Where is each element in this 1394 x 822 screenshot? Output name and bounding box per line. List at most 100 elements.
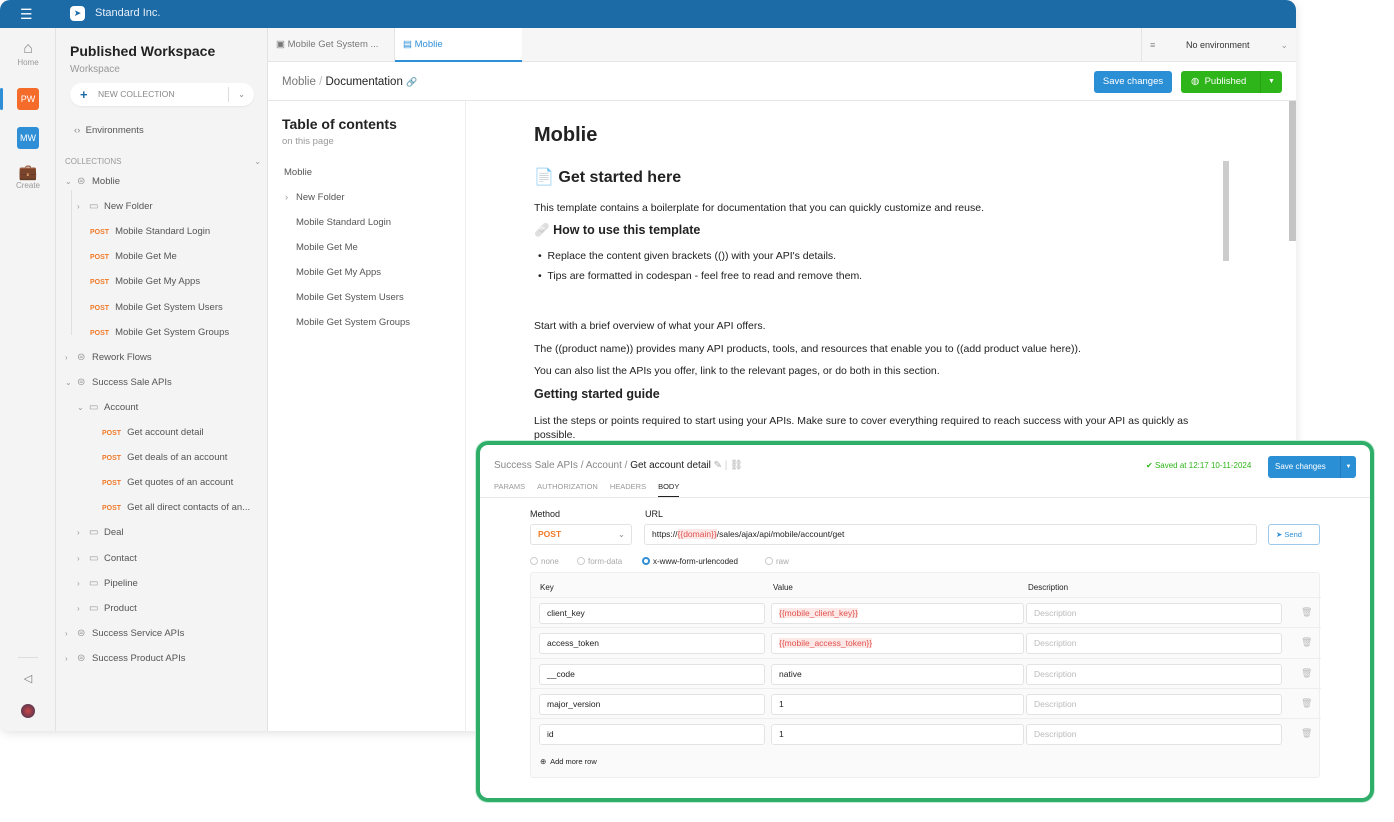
- key-input[interactable]: client_key: [539, 603, 765, 624]
- chevron-right-icon[interactable]: ›: [65, 351, 77, 365]
- chevron-down-icon[interactable]: ⌄: [228, 87, 254, 102]
- tree-item-collection[interactable]: › ⊜ Rework Flows: [65, 351, 152, 365]
- environment-select[interactable]: ≡ No environment ⌄: [1141, 28, 1296, 62]
- tab-moblie[interactable]: ▤ Moblie: [395, 28, 522, 62]
- toc-item[interactable]: Mobile Standard Login: [296, 217, 391, 228]
- tree-item-collection[interactable]: › ⊜ Success Service APIs: [65, 627, 184, 641]
- method-value: POST: [538, 529, 562, 539]
- tab-headers[interactable]: HEADERS: [610, 482, 646, 491]
- tree-item-collection[interactable]: ⌄ ⊜ Success Sale APIs: [65, 376, 172, 390]
- description-input[interactable]: Description: [1026, 633, 1282, 655]
- radio-urlencoded[interactable]: x-www-form-urlencoded: [642, 557, 738, 566]
- value-input[interactable]: 1: [771, 693, 1024, 715]
- tree-item-folder[interactable]: › ▭ New Folder: [77, 200, 153, 214]
- tree-item-folder[interactable]: › ▭ Product: [77, 602, 137, 616]
- url-input[interactable]: https://{{domain}}/sales/ajax/api/mobile…: [644, 524, 1257, 545]
- description-input[interactable]: Description: [1026, 724, 1282, 746]
- chevron-right-icon[interactable]: ›: [77, 602, 89, 616]
- tree-item-request[interactable]: POST Get quotes of an account: [102, 476, 233, 490]
- tree-item-request[interactable]: POST Get deals of an account: [102, 451, 227, 465]
- value-input[interactable]: {{mobile_client_key}}: [771, 603, 1024, 624]
- trash-icon[interactable]: 🗑: [1301, 728, 1312, 739]
- hamburger-icon[interactable]: ☰: [20, 6, 33, 23]
- tab-mobile-get-system[interactable]: ▣ Mobile Get System ...: [268, 28, 395, 62]
- crumb[interactable]: Success Sale APIs: [494, 460, 578, 471]
- radio-raw[interactable]: raw: [765, 557, 789, 566]
- save-changes-button[interactable]: Save changes: [1094, 71, 1172, 93]
- doc-heading: Getting started guide: [534, 387, 660, 401]
- crumb[interactable]: Account: [586, 460, 622, 471]
- description-input[interactable]: Description: [1026, 603, 1282, 624]
- tab-body[interactable]: BODY: [658, 482, 680, 498]
- trash-icon[interactable]: 🗑: [1301, 668, 1312, 679]
- value-input[interactable]: {{mobile_access_token}}: [771, 633, 1024, 655]
- tree-item-request[interactable]: POST Mobile Get System Groups: [90, 326, 229, 340]
- published-button[interactable]: ◍ Published ▼: [1181, 71, 1282, 93]
- chevron-down-icon[interactable]: ⌄: [65, 376, 77, 390]
- description-input[interactable]: Description: [1026, 693, 1282, 715]
- rail-home[interactable]: ⌂ Home: [0, 40, 56, 67]
- key-value: __code: [547, 668, 575, 679]
- trash-icon[interactable]: 🗑: [1301, 698, 1312, 709]
- chevron-right-icon[interactable]: ›: [77, 577, 89, 591]
- toc-item[interactable]: Mobile Get System Groups: [296, 317, 410, 328]
- method-select[interactable]: POST ⌄: [530, 524, 632, 545]
- chevron-down-icon[interactable]: ⌄: [65, 175, 77, 189]
- tab-params[interactable]: PARAMS: [494, 482, 525, 491]
- pencil-icon[interactable]: ✎: [714, 460, 722, 471]
- toc-item[interactable]: Moblie: [284, 167, 312, 178]
- workspace-mw[interactable]: MW: [17, 127, 39, 149]
- link-icon[interactable]: 🔗: [406, 77, 417, 87]
- collapse-icon[interactable]: ◁: [0, 672, 56, 685]
- chevron-down-icon[interactable]: ⌄: [77, 401, 89, 415]
- environments-link[interactable]: ‹› Environments: [74, 125, 144, 136]
- toc-item[interactable]: Mobile Get Me: [296, 242, 358, 253]
- request-save-button[interactable]: Save changes ▼: [1268, 456, 1356, 478]
- chevron-right-icon[interactable]: ›: [77, 526, 89, 540]
- toc-item[interactable]: Mobile Get My Apps: [296, 267, 381, 278]
- chevron-right-icon[interactable]: ›: [65, 652, 77, 666]
- trash-icon[interactable]: 🗑: [1301, 637, 1312, 648]
- tree-item-folder[interactable]: ⌄ ▭ Account: [77, 401, 138, 415]
- caret-down-icon[interactable]: ▼: [1340, 456, 1356, 478]
- tree-item-folder[interactable]: › ▭ Deal: [77, 526, 124, 540]
- radio-none[interactable]: none: [530, 557, 559, 566]
- key-input[interactable]: __code: [539, 663, 765, 685]
- value-input[interactable]: 1: [771, 724, 1024, 746]
- breadcrumb-parent[interactable]: Moblie: [282, 76, 316, 88]
- trash-icon[interactable]: 🗑: [1301, 607, 1312, 618]
- tree-item-request[interactable]: POST Get all direct contacts of an...: [102, 501, 250, 515]
- caret-down-icon[interactable]: ▼: [1260, 71, 1282, 93]
- rail-create[interactable]: 💼 Create: [0, 163, 56, 190]
- radio-form-data[interactable]: form-data: [577, 557, 622, 566]
- collections-header[interactable]: COLLECTIONS ⌄: [65, 157, 261, 166]
- tree-item-request[interactable]: POST Get account detail: [102, 426, 204, 440]
- key-input[interactable]: access_token: [539, 633, 765, 655]
- chevron-right-icon[interactable]: ›: [77, 552, 89, 566]
- link-icon[interactable]: ⛓: [730, 460, 743, 471]
- tree-item-collection[interactable]: ⌄ ⊜ Moblie: [65, 175, 120, 189]
- chevron-right-icon[interactable]: ›: [77, 200, 89, 214]
- key-input[interactable]: major_version: [539, 693, 765, 715]
- tree-item-collection[interactable]: › ⊜ Success Product APIs: [65, 652, 185, 666]
- description-input[interactable]: Description: [1026, 663, 1282, 685]
- tree-item-request[interactable]: POST Mobile Standard Login: [90, 225, 210, 239]
- tree-item-request[interactable]: POST Mobile Get System Users: [90, 301, 223, 315]
- tab-authorization[interactable]: AUTHORIZATION: [537, 482, 598, 491]
- inner-scrollbar[interactable]: [1223, 161, 1229, 261]
- tree-item-request[interactable]: POST Mobile Get Me: [90, 250, 177, 264]
- key-input[interactable]: id: [539, 724, 765, 746]
- tree-item-request[interactable]: POST Mobile Get My Apps: [90, 275, 200, 289]
- tree-item-folder[interactable]: › ▭ Pipeline: [77, 577, 138, 591]
- send-button[interactable]: ➤ Send: [1268, 524, 1320, 545]
- page-scrollbar[interactable]: [1289, 101, 1296, 241]
- chevron-right-icon[interactable]: ›: [65, 627, 77, 641]
- toc-item[interactable]: Mobile Get System Users: [296, 292, 404, 303]
- user-avatar[interactable]: [21, 704, 35, 718]
- new-collection-button[interactable]: + NEW COLLECTION ⌄: [70, 83, 254, 106]
- tree-item-folder[interactable]: › ▭ Contact: [77, 552, 137, 566]
- toc-item[interactable]: New Folder: [296, 192, 345, 203]
- add-row-button[interactable]: ⊕ Add more row: [540, 757, 597, 766]
- value-input[interactable]: native: [771, 663, 1024, 685]
- workspace-pw[interactable]: PW: [17, 88, 39, 110]
